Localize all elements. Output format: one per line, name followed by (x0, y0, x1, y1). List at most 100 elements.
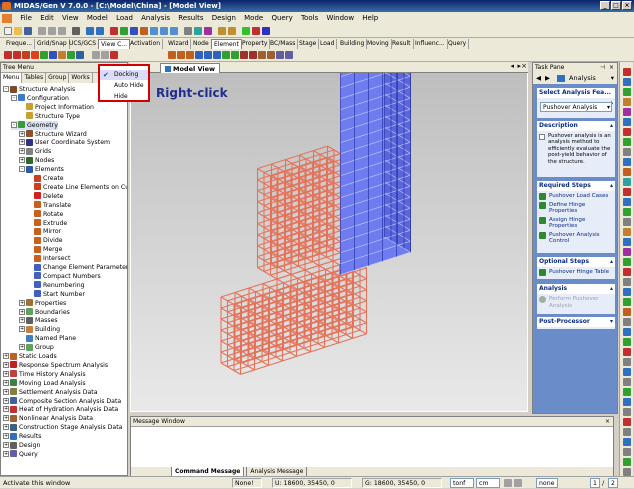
step-pushover-analysis-control[interactable]: Pushover Analysis Control (537, 231, 615, 245)
expand-icon[interactable]: + (19, 148, 25, 155)
tab-activation[interactable]: Activation (128, 39, 164, 49)
tab-view-control[interactable]: View C... (98, 39, 131, 49)
task-pane-dropdown[interactable]: Analysis (569, 73, 596, 84)
pin-icon[interactable]: ⊣ (600, 63, 605, 73)
translate-element-icon[interactable] (186, 51, 194, 59)
tool-icon[interactable] (623, 188, 631, 196)
tree-item[interactable]: + Results (3, 432, 41, 441)
curve-element-icon[interactable] (285, 51, 293, 59)
analysis-heading[interactable]: Analysis ▴ (537, 284, 615, 294)
tree-item[interactable]: + Heat of Hydration Analysis Data (3, 405, 118, 414)
tool-icon[interactable] (623, 448, 631, 456)
tree-item[interactable]: + Masses (19, 316, 58, 325)
tool-icon[interactable] (623, 268, 631, 276)
tree-item[interactable]: + Properties (19, 299, 66, 308)
tool-icon[interactable] (623, 298, 631, 306)
menu-item-docking[interactable]: ✔ Docking (100, 70, 148, 80)
tab-grid-snap[interactable]: Grid/Snap (35, 39, 70, 49)
tool-icon[interactable] (623, 248, 631, 256)
tree-item[interactable]: + Boundaries (19, 308, 70, 317)
close-icon[interactable]: × (609, 63, 614, 73)
rotate-view-icon[interactable] (130, 27, 138, 35)
element-number-icon[interactable] (228, 27, 236, 35)
front-view-icon[interactable] (160, 27, 168, 35)
tree-item[interactable]: Renumbering (27, 281, 85, 290)
inactivate-icon[interactable] (252, 27, 260, 35)
tab-influence[interactable]: Influenc... (413, 39, 448, 49)
open-folder-icon[interactable] (14, 27, 22, 35)
tool-icon[interactable] (623, 418, 631, 426)
tool-icon[interactable] (623, 118, 631, 126)
zoom-icon[interactable] (110, 27, 118, 35)
point-grid-icon[interactable] (110, 51, 118, 59)
undo-icon[interactable] (86, 27, 94, 35)
tree-item[interactable]: + Building (19, 325, 60, 334)
cut-icon[interactable] (38, 27, 46, 35)
scroll-tab-left-icon[interactable]: ◂ (510, 62, 514, 70)
tool-icon[interactable] (623, 238, 631, 246)
menu-mode[interactable]: Mode (241, 12, 266, 24)
tree-item[interactable]: + Composite Section Analysis Data (3, 397, 121, 406)
expand-icon[interactable]: + (19, 326, 25, 333)
tree-item[interactable]: + Grids (19, 147, 51, 156)
tree-item[interactable]: - Structure Analysis (3, 85, 75, 94)
menu-file[interactable]: File (17, 12, 35, 24)
render-icon[interactable] (204, 27, 212, 35)
tree-item[interactable]: Structure Type (19, 112, 80, 121)
message-output[interactable] (131, 427, 613, 467)
tab-element[interactable]: Element (211, 39, 242, 49)
chevron-down-icon[interactable]: ▾ (611, 73, 614, 84)
tree-item[interactable]: - Elements (19, 165, 64, 174)
tree-item[interactable]: Change Element Parameters (27, 263, 127, 272)
tab-works[interactable]: Works (69, 73, 93, 83)
tree-item[interactable]: + Settlement Analysis Data (3, 388, 98, 397)
menu-analysis[interactable]: Analysis (138, 12, 173, 24)
tab-frequent[interactable]: Freque... (4, 39, 36, 49)
print-icon[interactable] (72, 27, 80, 35)
side-view-icon[interactable] (170, 27, 178, 35)
camera-icon[interactable] (514, 479, 522, 487)
menu-tools[interactable]: Tools (298, 12, 321, 24)
change-parameter-icon[interactable] (249, 51, 257, 59)
tool-icon[interactable] (623, 98, 631, 106)
iso-view-icon[interactable] (140, 27, 148, 35)
step-define-hinge-properties[interactable]: Define Hinge Properties (537, 201, 615, 215)
view-back-icon[interactable] (13, 51, 21, 59)
tab-query[interactable]: Query (446, 39, 470, 49)
expand-icon[interactable]: + (3, 379, 9, 386)
view-angle-icon[interactable] (58, 51, 66, 59)
home-icon[interactable] (557, 75, 565, 82)
tree-item[interactable]: - Configuration (11, 94, 69, 103)
tree-item[interactable]: Translate (27, 201, 71, 210)
tree-item[interactable]: Mirror (27, 227, 61, 236)
tree-item[interactable]: Delete (27, 192, 63, 201)
step-assign-hinge-properties[interactable]: Assign Hinge Properties (537, 216, 615, 230)
tool-icon[interactable] (623, 458, 631, 466)
description-heading[interactable]: Description ▴ (537, 121, 615, 131)
close-button[interactable]: × (622, 1, 632, 10)
tree-item[interactable]: Extrude (27, 219, 67, 228)
tab-menu[interactable]: Menu (1, 73, 23, 83)
tool-icon[interactable] (623, 398, 631, 406)
post-processor-heading[interactable]: Post-Processor ▾ (537, 317, 615, 327)
view-next-icon[interactable] (76, 51, 84, 59)
tool-icon[interactable] (623, 208, 631, 216)
tool-icon[interactable] (623, 198, 631, 206)
tool-icon[interactable] (623, 318, 631, 326)
compact-icon[interactable] (276, 51, 284, 59)
tool-icon[interactable] (623, 138, 631, 146)
view-left-icon[interactable] (22, 51, 30, 59)
pan-icon[interactable] (120, 27, 128, 35)
step-pushover-load-cases[interactable]: Pushover Load Cases (537, 193, 615, 200)
page-current[interactable]: 1 (590, 478, 600, 488)
rotate-element-icon[interactable] (195, 51, 203, 59)
expand-icon[interactable]: + (3, 450, 9, 457)
start-number-icon[interactable] (267, 51, 275, 59)
tool-icon[interactable] (623, 368, 631, 376)
view-front-icon[interactable] (4, 51, 12, 59)
collapse-icon[interactable]: - (11, 94, 17, 101)
filter-select[interactable]: none (536, 478, 558, 488)
tool-icon[interactable] (623, 158, 631, 166)
tab-result[interactable]: Result (390, 39, 414, 49)
tree-item[interactable]: Intersect (27, 254, 70, 263)
